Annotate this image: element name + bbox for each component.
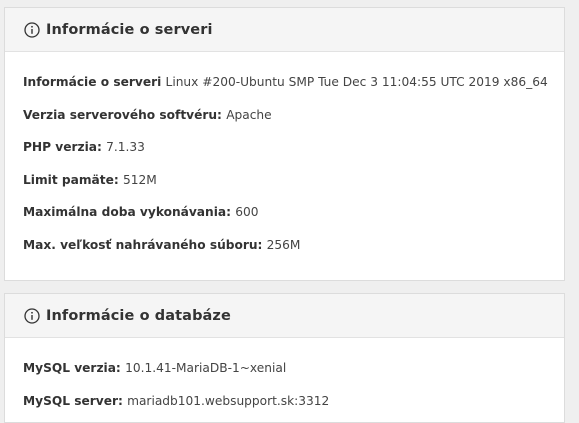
mysql-version-row: MySQL verzia: 10.1.41-MariaDB-1~xenial: [23, 352, 564, 385]
server-info-header: Informácie o serveri: [5, 8, 564, 52]
info-circle-icon: [24, 21, 40, 38]
server-info-label: Informácie o serveri: [23, 75, 166, 89]
database-info-panel: Informácie o databáze MySQL verzia: 10.1…: [4, 293, 565, 423]
server-software-label: Verzia serverového softvéru:: [23, 107, 227, 122]
php-version-label: PHP verzia:: [23, 140, 107, 154]
max-upload-size-row: Max. veľkosť nahrávaného súboru: 256M: [23, 229, 564, 262]
memory-limit-row: Limit pamäte: 512M: [23, 164, 564, 197]
memory-limit-label: Limit pamäte:: [23, 172, 123, 187]
max-execution-time-row: Maximálna doba vykonávania: 600: [23, 196, 564, 229]
server-info-row: Informácie o serveri Linux #200-Ubuntu S…: [23, 66, 564, 99]
max-execution-time-label: Maximálna doba vykonávania:: [23, 205, 236, 219]
database-info-body: MySQL verzia: 10.1.41-MariaDB-1~xenial M…: [5, 338, 564, 417]
database-info-header: Informácie o databáze: [5, 294, 564, 338]
max-execution-time-value: 600: [235, 205, 259, 219]
mysql-version-label: MySQL verzia:: [23, 361, 126, 375]
mysql-version-value: 10.1.41-MariaDB-1~xenial: [125, 361, 287, 375]
php-version-row: PHP verzia: 7.1.33: [23, 131, 564, 164]
server-info-value: Linux #200-Ubuntu SMP Tue Dec 3 11:04:55…: [165, 75, 548, 89]
max-upload-size-value: 256M: [266, 237, 301, 252]
server-software-row: Verzia serverového softvéru: Apache: [23, 99, 564, 132]
mysql-server-row: MySQL server: mariadb101.websupport.sk:3…: [23, 385, 564, 418]
memory-limit-value: 512M: [122, 172, 157, 187]
mysql-server-label: MySQL server:: [23, 393, 128, 408]
max-upload-size-label: Max. veľkosť nahrávaného súboru:: [23, 237, 267, 252]
mysql-server-value: mariadb101.websupport.sk:3312: [127, 393, 330, 408]
info-circle-icon: [24, 307, 40, 324]
server-info-body: Informácie o serveri Linux #200-Ubuntu S…: [5, 52, 564, 261]
server-info-panel: Informácie o serveri Informácie o server…: [4, 7, 565, 281]
server-software-value: Apache: [226, 107, 272, 122]
server-info-title: Informácie o serveri: [46, 21, 213, 38]
database-info-title: Informácie o databáze: [46, 307, 231, 324]
php-version-value: 7.1.33: [106, 140, 145, 154]
